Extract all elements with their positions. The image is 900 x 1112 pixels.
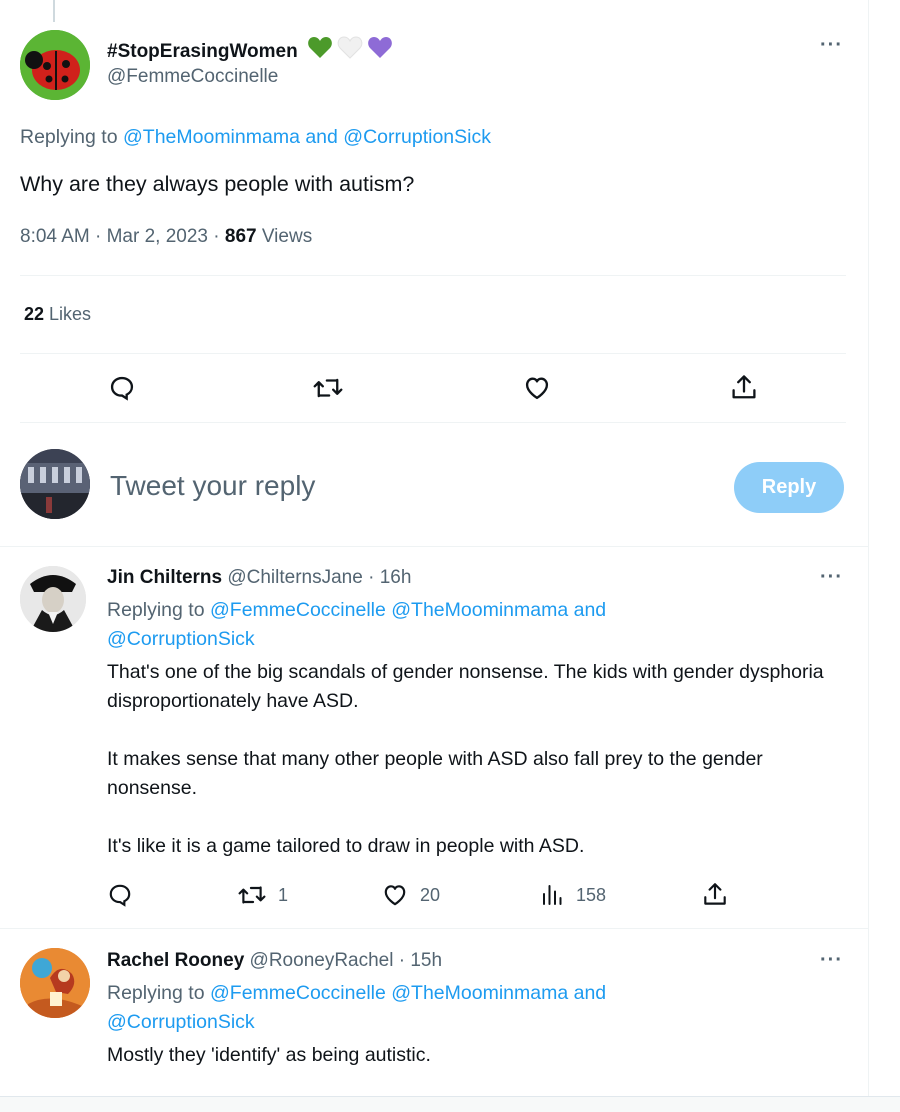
- more-options-icon[interactable]: ···: [820, 35, 843, 55]
- replying-prefix: Replying to: [20, 126, 123, 148]
- reply-icon: [110, 376, 134, 401]
- replying-and: and: [568, 599, 607, 621]
- mention-link[interactable]: @CorruptionSick: [107, 628, 255, 650]
- views-label: Views: [256, 226, 313, 247]
- reply-paragraph: That's one of the big scandals of gender…: [107, 661, 824, 712]
- replying-and: and: [568, 982, 607, 1004]
- thread-connector-line: [53, 0, 55, 22]
- mention-link[interactable]: @CorruptionSick: [107, 1011, 255, 1033]
- likes-label: Likes: [44, 304, 92, 324]
- portrait-avatar-icon: [20, 566, 86, 632]
- retweet-button[interactable]: 1: [238, 882, 288, 908]
- reply-handle[interactable]: @ChilternsJane: [227, 567, 362, 588]
- current-user-avatar[interactable]: [20, 449, 90, 519]
- share-button[interactable]: [702, 881, 728, 909]
- retweet-icon: [313, 378, 343, 398]
- views-count: 867: [224, 226, 257, 247]
- replying-and: and: [299, 126, 344, 148]
- purple-heart-icon: [368, 37, 392, 58]
- reply-display-name[interactable]: Rachel Rooney: [107, 950, 244, 971]
- divider: [0, 928, 868, 929]
- replying-prefix: Replying to: [107, 599, 210, 621]
- views-count: 158: [576, 884, 607, 905]
- tweet-text: Why are they always people with autism?: [20, 172, 415, 196]
- heart-icon: [384, 885, 406, 906]
- replying-prefix: Replying to: [107, 982, 210, 1004]
- reply-text: Mostly they 'identify' as being autistic…: [107, 1044, 431, 1066]
- reply-button[interactable]: [108, 374, 136, 402]
- reply-text: That's one of the big scandals of gender…: [107, 658, 847, 861]
- tweet-metadata: 8:04 AM · Mar 2, 2023 · 867 Views: [20, 226, 312, 248]
- reply-display-name[interactable]: Jin Chilterns: [107, 567, 222, 588]
- avatar[interactable]: [20, 30, 90, 100]
- window-bottom-edge: [0, 1096, 900, 1112]
- share-icon: [704, 883, 726, 905]
- like-button[interactable]: [523, 374, 551, 402]
- reply-composer-input[interactable]: Tweet your reply: [110, 470, 315, 502]
- more-options-icon[interactable]: ···: [820, 950, 843, 970]
- views-button[interactable]: 158: [540, 882, 606, 908]
- reply-header: Rachel Rooney @RooneyRachel · 15h: [107, 950, 442, 972]
- display-name-text: #StopErasingWomen: [107, 41, 298, 62]
- reply-button[interactable]: [107, 882, 133, 908]
- divider: [0, 546, 868, 547]
- like-button[interactable]: 20: [382, 882, 440, 908]
- more-options-icon[interactable]: ···: [820, 567, 843, 587]
- heart-icon: [525, 377, 549, 400]
- reply-timestamp[interactable]: · 16h: [363, 567, 411, 588]
- retweet-count: 1: [278, 884, 289, 905]
- mention-link[interactable]: @TheMoominmama: [123, 126, 300, 148]
- like-count: 20: [420, 884, 441, 905]
- white-heart-icon: [337, 36, 363, 59]
- divider: [20, 275, 846, 276]
- likes-count: 22: [24, 304, 45, 324]
- reply-header: Jin Chilterns @ChilternsJane · 16h: [107, 567, 411, 589]
- replying-to: Replying to @TheMoominmama and @Corrupti…: [20, 126, 491, 149]
- author-display-name[interactable]: #StopErasingWomen: [107, 36, 393, 66]
- retweet-icon: [238, 886, 266, 904]
- retweet-button[interactable]: [313, 374, 343, 402]
- mention-link[interactable]: @TheMoominmama: [391, 599, 568, 621]
- avatar[interactable]: [20, 566, 86, 632]
- illustration-avatar-icon: [20, 948, 90, 1018]
- green-heart-icon: [308, 37, 332, 58]
- reply-handle[interactable]: @RooneyRachel: [250, 950, 394, 971]
- share-icon: [732, 375, 756, 399]
- building-avatar-icon: [20, 449, 90, 519]
- reply-paragraph: It makes sense that many other people wi…: [107, 748, 763, 799]
- name-emojis: [307, 36, 393, 65]
- reply-submit-button[interactable]: Reply: [734, 462, 844, 513]
- mention-link[interactable]: @FemmeCoccinelle: [210, 599, 386, 621]
- reply-timestamp[interactable]: · 15h: [393, 950, 442, 971]
- ladybug-avatar-icon: [20, 30, 90, 100]
- replying-to: Replying to @FemmeCoccinelle @TheMoominm…: [107, 979, 807, 1037]
- tweet-timestamp[interactable]: 8:04 AM · Mar 2, 2023 ·: [20, 226, 225, 247]
- author-handle[interactable]: @FemmeCoccinelle: [107, 66, 278, 88]
- mention-link[interactable]: @CorruptionSick: [343, 126, 491, 148]
- analytics-icon: [543, 885, 562, 905]
- reply-icon: [109, 884, 131, 907]
- likes-summary[interactable]: 22 Likes: [24, 304, 91, 325]
- mention-link[interactable]: @FemmeCoccinelle: [210, 982, 386, 1004]
- replying-to: Replying to @FemmeCoccinelle @TheMoominm…: [107, 596, 807, 654]
- divider: [20, 422, 846, 423]
- reply-paragraph: It's like it is a game tailored to draw …: [107, 835, 585, 857]
- mention-link[interactable]: @TheMoominmama: [391, 982, 568, 1004]
- share-button[interactable]: [730, 373, 758, 403]
- tweet-thread-page: #StopErasingWomen @FemmeCoccinelle ··· R…: [0, 0, 869, 1096]
- avatar[interactable]: [20, 948, 90, 1018]
- divider: [20, 353, 846, 354]
